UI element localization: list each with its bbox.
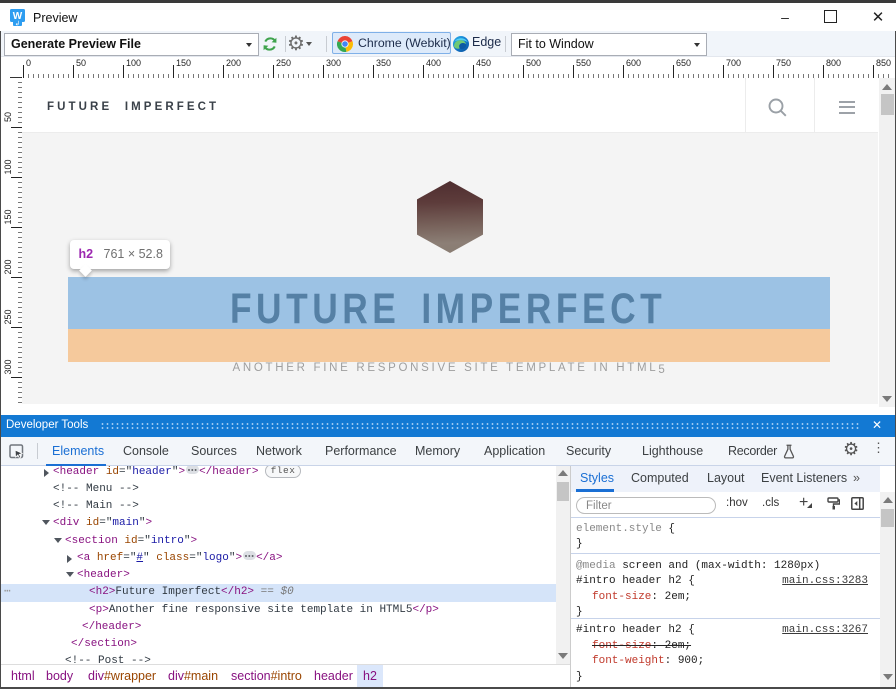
svg-text:↲: ↲ bbox=[15, 20, 20, 26]
